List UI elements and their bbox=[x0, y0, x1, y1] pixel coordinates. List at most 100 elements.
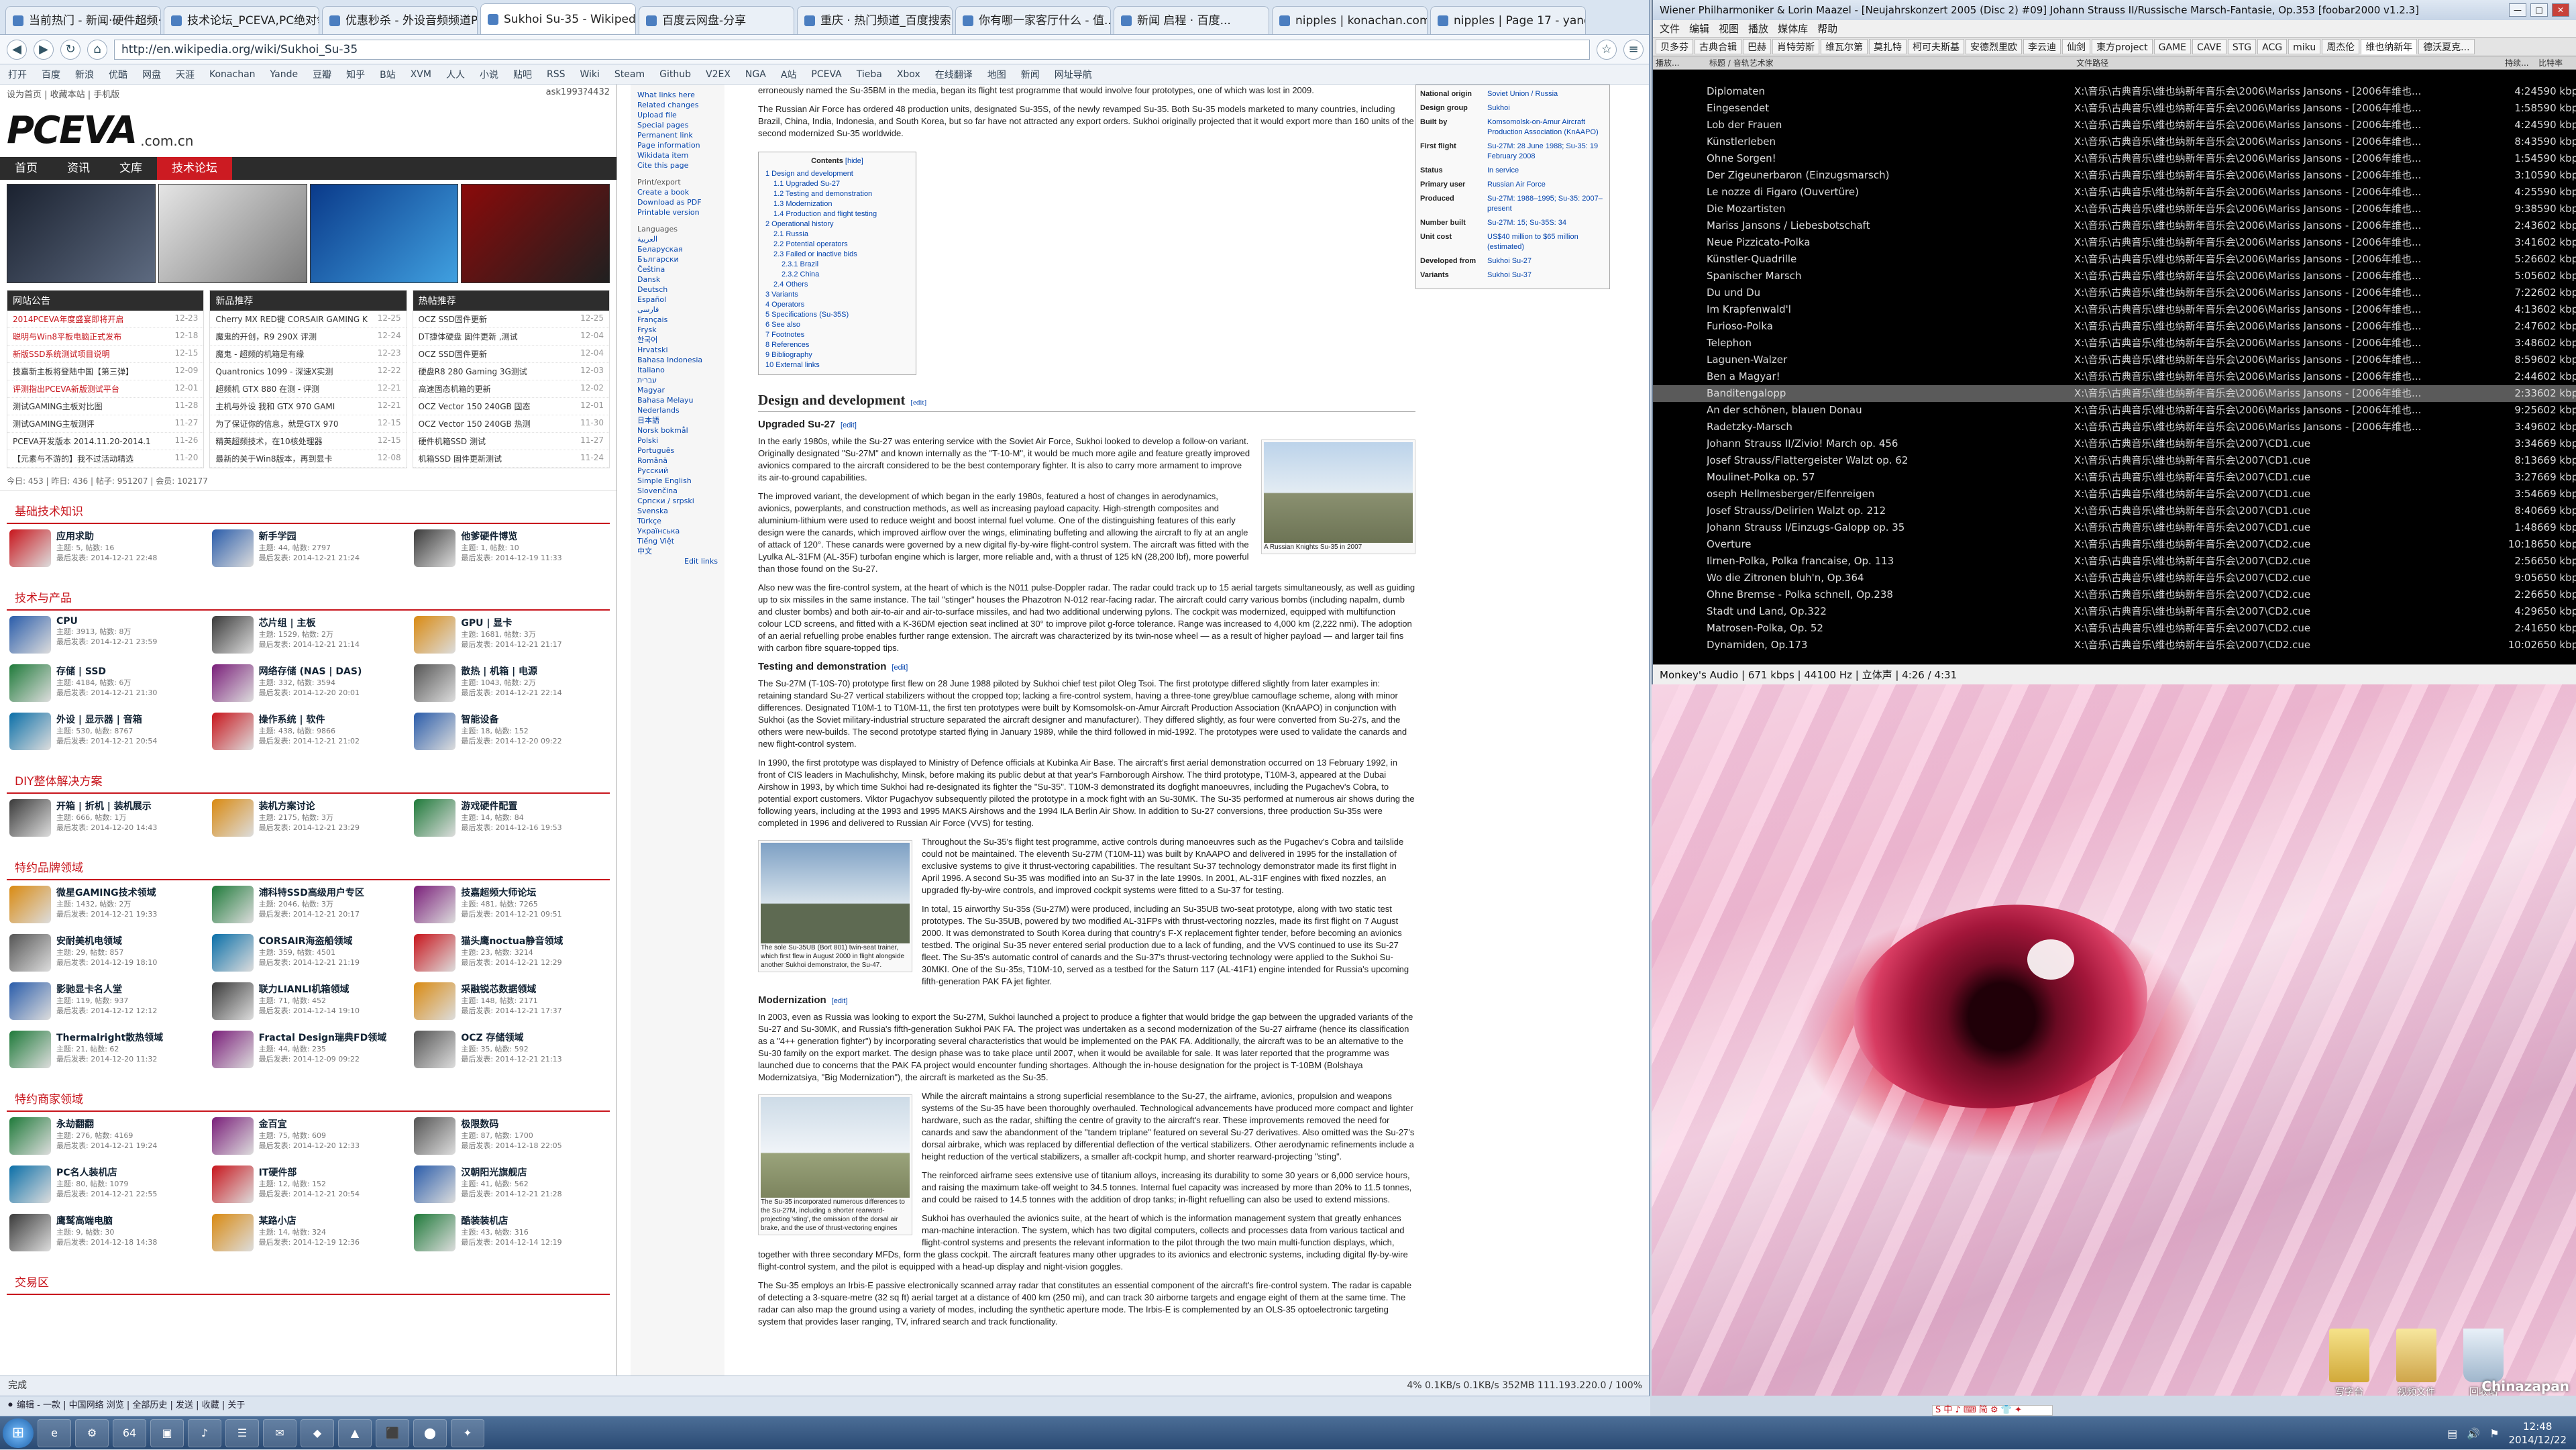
bookmark-item[interactable]: 知乎 bbox=[346, 68, 365, 81]
infobox-value[interactable]: Soviet Union / Russia bbox=[1487, 89, 1558, 99]
language-link[interactable]: 한국어 bbox=[637, 335, 718, 345]
favorite-star-icon[interactable]: ☆ bbox=[1597, 39, 1617, 60]
forum-name[interactable]: 网络存储 (NAS | DAS) bbox=[259, 664, 362, 678]
playlist-tab[interactable]: 東方project bbox=[2092, 39, 2153, 54]
edit-link[interactable]: [edit] bbox=[841, 421, 857, 429]
track-row[interactable]: Josef Strauss/Delirien Walzt op. 212 X:\音… bbox=[1653, 503, 2576, 519]
language-link[interactable]: العربية bbox=[637, 234, 718, 244]
image-thumbnail[interactable]: A Russian Knights Su-35 in 2007 bbox=[1261, 439, 1415, 554]
language-link[interactable]: עברית bbox=[637, 375, 718, 385]
toc-item[interactable]: 6 See also bbox=[765, 320, 909, 330]
language-link[interactable]: Hrvatski bbox=[637, 345, 718, 355]
banner-image[interactable] bbox=[158, 184, 307, 283]
language-link[interactable]: Українська bbox=[637, 526, 718, 536]
news-item[interactable]: Cherry MX RED键 CORSAIR GAMING K 12-25 bbox=[210, 311, 407, 328]
forum-name[interactable]: 汉朝阳光旗舰店 bbox=[461, 1166, 561, 1179]
news-item[interactable]: 主机与外设 我和 GTX 970 GAMI 12-21 bbox=[210, 398, 407, 415]
forum-name[interactable]: 猫头鹰noctua静音领域 bbox=[461, 934, 563, 947]
forum-name[interactable]: 外设 | 显示器 | 音箱 bbox=[56, 713, 157, 726]
toc-item[interactable]: 1 Design and development bbox=[765, 169, 909, 179]
forum-entry[interactable]: IT硬件部 主题: 12, 帖数: 152 最后发表: 2014-12-21 20:… bbox=[211, 1166, 405, 1208]
forum-name[interactable]: Fractal Design瑞典FD领域 bbox=[259, 1031, 387, 1044]
news-item[interactable]: OCZ Vector 150 240GB 热测 11-30 bbox=[413, 415, 609, 433]
language-link[interactable]: Bahasa Indonesia bbox=[637, 355, 718, 365]
infobox-value[interactable]: Su-27M: 15; Su-35S: 34 bbox=[1487, 218, 1566, 228]
toc-item[interactable]: 7 Footnotes bbox=[765, 330, 909, 340]
browser-bottom-toolbar[interactable]: ⚫ 编辑 - 一款 | 中国网络 浏览 | 全部历史 | 发送 | 收藏 | 关… bbox=[0, 1396, 1650, 1416]
refresh-icon[interactable]: ↻ bbox=[60, 39, 80, 60]
language-link[interactable]: Simple English bbox=[637, 476, 718, 486]
section-title[interactable]: 特约商家领域 bbox=[7, 1083, 610, 1112]
language-link[interactable]: Italiano bbox=[637, 365, 718, 375]
forum-name[interactable]: 浦科特SSD高级用户专区 bbox=[259, 886, 364, 899]
forum-name[interactable]: PC名人装机店 bbox=[56, 1166, 157, 1179]
sidebar-link[interactable]: What links here bbox=[637, 90, 718, 100]
infobox-value[interactable]: Komsomolsk-on-Amur Aircraft Production A… bbox=[1487, 117, 1605, 138]
track-row[interactable]: Künstler-Quadrille X:\音乐\古典音乐\维也纳新年音乐会\20… bbox=[1653, 251, 2576, 268]
news-item[interactable]: OCZ Vector 150 240GB 固态 12-01 bbox=[413, 398, 609, 415]
taskbar-app-icon[interactable]: ⚙ bbox=[75, 1418, 109, 1447]
su35-photo[interactable] bbox=[1264, 442, 1413, 543]
news-item[interactable]: 硬件机箱SSD 测试 11-27 bbox=[413, 433, 609, 450]
forum-entry[interactable]: 技嘉超频大师论坛 主题: 481, 帖数: 7265 最后发表: 2014-12-2… bbox=[414, 886, 607, 929]
forum-entry[interactable]: 新手学园 主题: 44, 帖数: 2797 最后发表: 2014-12-21 21:… bbox=[211, 529, 405, 572]
sidebar-link[interactable]: Download as PDF bbox=[637, 197, 718, 207]
news-item[interactable]: 评测指出PCEVA新版测试平台 12-01 bbox=[7, 380, 204, 398]
sidebar-link[interactable]: Special pages bbox=[637, 120, 718, 130]
news-item[interactable]: 【元素与不游的】我不过活动精选 11-20 bbox=[7, 450, 204, 468]
toc-hide-link[interactable]: [hide] bbox=[845, 157, 863, 165]
bookmark-item[interactable]: Steam bbox=[614, 69, 645, 80]
taskbar-app-icon[interactable]: ▣ bbox=[150, 1418, 184, 1447]
bookmark-item[interactable]: RSS bbox=[547, 69, 566, 80]
bookmark-item[interactable]: Konachan bbox=[209, 69, 256, 80]
section-title[interactable]: 交易区 bbox=[7, 1266, 610, 1295]
infobox-value[interactable]: Sukhoi Su-27 bbox=[1487, 256, 1532, 266]
forum-entry[interactable]: 安耐美机电领域 主题: 29, 帖数: 857 最后发表: 2014-12-19 1… bbox=[9, 934, 203, 977]
browser-tab[interactable]: 百度云网盘-分享 bbox=[639, 6, 794, 34]
toc-item[interactable]: 1.1 Upgraded Su-27 bbox=[765, 179, 909, 189]
forum-entry[interactable]: PC名人装机店 主题: 80, 帖数: 1079 最后发表: 2014-12-21 … bbox=[9, 1166, 203, 1208]
news-item[interactable]: 技嘉新主板将登陆中国【第三弹】 12-09 bbox=[7, 363, 204, 380]
section-title[interactable]: 特约品牌领域 bbox=[7, 851, 610, 880]
news-item[interactable]: 魔鬼的开创，R9 290X 评测 12-24 bbox=[210, 328, 407, 346]
edit-link[interactable]: [edit] bbox=[910, 399, 926, 407]
language-link[interactable]: Čeština bbox=[637, 264, 718, 274]
forward-icon[interactable]: ▶ bbox=[34, 39, 54, 60]
language-link[interactable]: Türkçe bbox=[637, 516, 718, 526]
news-item[interactable]: 精英超频技术，在10核处理器 12-15 bbox=[210, 433, 407, 450]
browser-tab[interactable]: 技术论坛_PCEVA,PC绝对领域 bbox=[164, 6, 319, 34]
infobox-value[interactable]: In service bbox=[1487, 166, 1519, 176]
news-item[interactable]: 测试GAMING主板测评 11-27 bbox=[7, 415, 204, 433]
bookmark-item[interactable]: 网址导航 bbox=[1055, 68, 1092, 81]
forum-name[interactable]: 智能设备 bbox=[461, 713, 561, 726]
bookmark-item[interactable]: B站 bbox=[380, 68, 396, 81]
track-row[interactable]: Moulinet-Polka op. 57 X:\音乐\古典音乐\维也纳新年音乐会… bbox=[1653, 469, 2576, 486]
forum-entry[interactable]: 鹰鹫高端电脑 主题: 9, 帖数: 30 最后发表: 2014-12-18 14:3… bbox=[9, 1214, 203, 1257]
forum-entry[interactable]: 游戏硬件配置 主题: 14, 帖数: 84 最后发表: 2014-12-16 19:… bbox=[414, 799, 607, 842]
forum-entry[interactable]: 影驰显卡名人堂 主题: 119, 帖数: 937 最后发表: 2014-12-12 … bbox=[9, 982, 203, 1025]
forum-entry[interactable]: 应用求助 主题: 5, 帖数: 16 最后发表: 2014-12-21 22:48 bbox=[9, 529, 203, 572]
track-row[interactable]: Ben a Magyar! X:\音乐\古典音乐\维也纳新年音乐会\2006\Ma… bbox=[1653, 368, 2576, 385]
edit-link[interactable]: [edit] bbox=[892, 664, 908, 672]
pceva-banner[interactable] bbox=[7, 184, 610, 283]
news-item[interactable]: 新版SSD系统测试项目说明 12-15 bbox=[7, 346, 204, 363]
playlist-tab[interactable]: 巴赫 bbox=[1743, 39, 1771, 54]
forum-name[interactable]: 应用求助 bbox=[56, 529, 157, 543]
maximize-icon[interactable]: □ bbox=[2530, 3, 2548, 17]
browser-tab[interactable]: Sukhoi Su-35 - Wikipedia, t... bbox=[480, 3, 636, 34]
bookmark-item[interactable]: XVM bbox=[411, 69, 431, 80]
bookmark-item[interactable]: 在线翻译 bbox=[935, 68, 973, 81]
pceva-logo[interactable]: PCEVA .com.cn bbox=[0, 103, 616, 157]
track-row[interactable]: Stadt und Land, Op.322 X:\音乐\古典音乐\维也纳新年音乐… bbox=[1653, 603, 2576, 620]
taskbar-app-icon[interactable]: ☰ bbox=[225, 1418, 259, 1447]
sidebar-link[interactable]: Printable version bbox=[637, 207, 718, 217]
news-item[interactable]: 聪明与Win8平板电脑正式发布 12-18 bbox=[7, 328, 204, 346]
taskbar-app-icon[interactable]: ✦ bbox=[451, 1418, 484, 1447]
forum-entry[interactable]: 某路小店 主题: 14, 帖数: 324 最后发表: 2014-12-19 12:3… bbox=[211, 1214, 405, 1257]
forum-entry[interactable]: 汉朝阳光旗舰店 主题: 41, 帖数: 562 最后发表: 2014-12-21 2… bbox=[414, 1166, 607, 1208]
bookmark-item[interactable]: 小说 bbox=[480, 68, 498, 81]
minimize-icon[interactable]: — bbox=[2509, 3, 2526, 17]
bookmark-item[interactable]: 天涯 bbox=[176, 68, 195, 81]
taskbar-app-icon[interactable]: ⬛ bbox=[376, 1418, 409, 1447]
language-link[interactable]: Magyar bbox=[637, 385, 718, 395]
